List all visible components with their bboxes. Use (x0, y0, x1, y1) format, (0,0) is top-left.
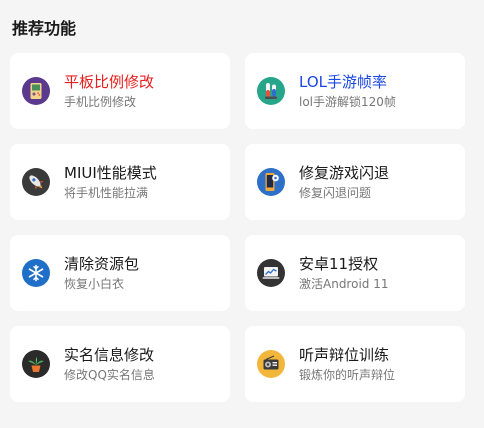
feature-grid: 平板比例修改 手机比例修改 LOL手游帧率 lol手游解锁120帧 MIUI性能… (10, 53, 465, 402)
card-title: 实名信息修改 (64, 345, 155, 364)
feature-card-android11-auth[interactable]: 安卓11授权 激活Android 11 (245, 235, 465, 311)
laptop-chart-icon (257, 259, 285, 287)
feature-card-fix-crash[interactable]: 修复游戏闪退 修复闪退问题 (245, 144, 465, 220)
card-title: LOL手游帧率 (299, 72, 387, 91)
card-title: 平板比例修改 (64, 72, 155, 91)
feature-card-lol-framerate[interactable]: LOL手游帧率 lol手游解锁120帧 (245, 53, 465, 129)
feature-card-clear-resources[interactable]: 清除资源包 恢复小白衣 (10, 235, 230, 311)
card-title: MIUI性能模式 (64, 163, 157, 182)
card-subtitle: 将手机性能拉满 (64, 185, 149, 200)
section-title: 推荐功能 (12, 19, 77, 38)
gameboy-icon (22, 77, 50, 105)
card-subtitle: 修改QQ实名信息 (64, 367, 155, 382)
card-title: 清除资源包 (64, 254, 140, 273)
card-subtitle: 激活Android 11 (299, 276, 389, 291)
card-title: 安卓11授权 (299, 254, 379, 273)
feature-card-miui-performance[interactable]: MIUI性能模式 将手机性能拉满 (10, 144, 230, 220)
rocket-icon (22, 168, 50, 196)
card-subtitle: 锻炼你的听声辩位 (299, 367, 396, 382)
feature-card-realname-edit[interactable]: 实名信息修改 修改QQ实名信息 (10, 326, 230, 402)
card-title: 听声辩位训练 (299, 345, 390, 364)
plant-pot-icon (22, 350, 50, 378)
phone-settings-icon (257, 168, 285, 196)
card-subtitle: lol手游解锁120帧 (299, 94, 396, 109)
radio-icon (257, 350, 285, 378)
card-subtitle: 手机比例修改 (64, 94, 137, 109)
card-subtitle: 恢复小白衣 (64, 276, 125, 291)
feature-card-tablet-ratio[interactable]: 平板比例修改 手机比例修改 (10, 53, 230, 129)
card-title: 修复游戏闪退 (299, 163, 390, 182)
feature-card-sound-training[interactable]: 听声辩位训练 锻炼你的听声辩位 (245, 326, 465, 402)
test-tubes-icon (257, 77, 285, 105)
card-subtitle: 修复闪退问题 (299, 185, 372, 200)
snowflake-icon (22, 259, 50, 287)
